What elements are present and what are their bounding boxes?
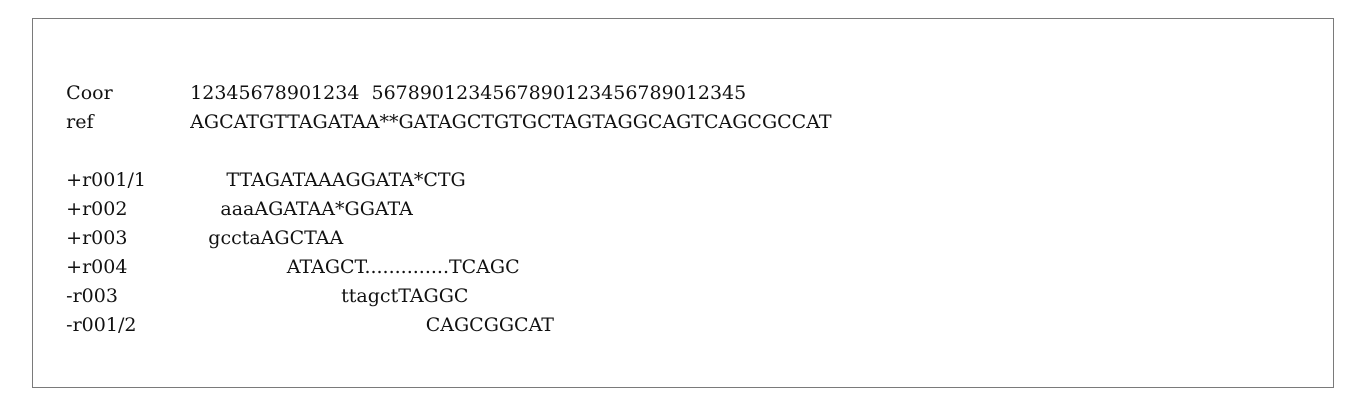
read-label: +r001/1 <box>66 169 146 191</box>
read-sequence: TTAGATAAAGGATA*CTG <box>190 169 466 191</box>
read-sequence: CAGCGGCAT <box>190 314 554 336</box>
coordinate-label: Coor <box>66 82 113 104</box>
coordinate-row: Coor 12345678901234 567890123456789012345… <box>42 50 832 104</box>
read-row-r001-1: +r001/1 TTAGATAAAGGATA*CTG <box>42 137 832 191</box>
read-label: +r003 <box>66 227 128 249</box>
read-sequence: aaaAGATAA*GGATA <box>190 198 413 220</box>
coordinate-sequence: 12345678901234 5678901234567890123456789… <box>190 82 747 104</box>
reference-sequence: AGCATGTTAGATAA**GATAGCTGTGCTAGTAGGCAGTCA… <box>190 111 832 133</box>
read-sequence: gcctaAGCTAA <box>190 227 344 249</box>
read-label: -r001/2 <box>66 314 137 336</box>
read-sequence: ATAGCT..............TCAGC <box>190 256 520 278</box>
read-label: +r004 <box>66 256 128 278</box>
read-sequence: ttagctTAGGC <box>190 285 469 307</box>
read-label: +r002 <box>66 198 128 220</box>
read-label: -r003 <box>66 285 118 307</box>
reference-label: ref <box>66 111 94 133</box>
alignment-block: Coor 12345678901234 567890123456789012345… <box>42 50 832 336</box>
